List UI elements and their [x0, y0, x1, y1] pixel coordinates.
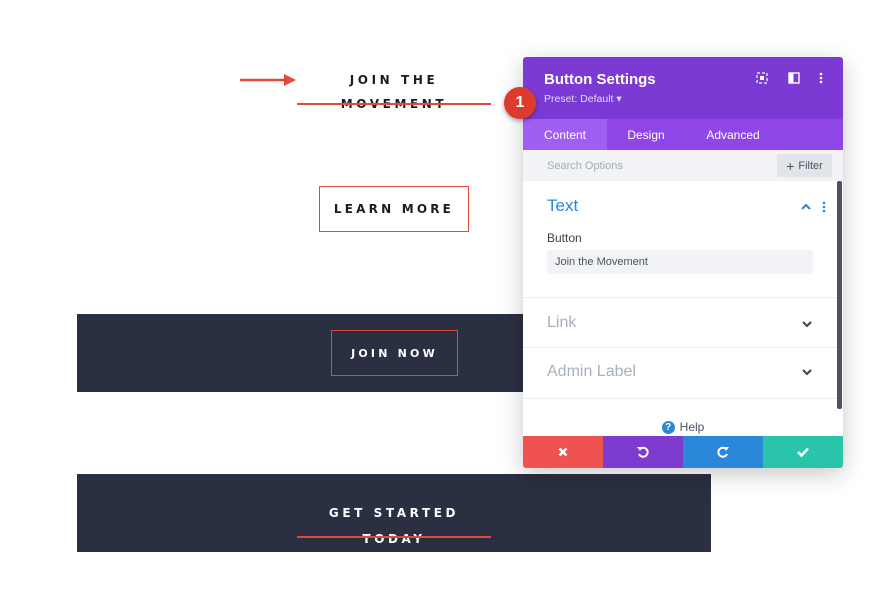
help-link[interactable]: ? Help [523, 419, 843, 435]
search-row: + Filter [523, 150, 843, 181]
button-settings-panel: Button Settings Preset: Default ▾ Conten… [523, 57, 843, 468]
undo-button[interactable] [603, 436, 683, 468]
learn-more-label: Learn More [333, 202, 455, 216]
tab-content[interactable]: Content [523, 119, 607, 150]
divider [523, 297, 837, 298]
discard-button[interactable] [523, 436, 603, 468]
chevron-down-icon[interactable] [800, 317, 814, 331]
get-started-today-label: Get Started Today [328, 506, 460, 546]
button-text-field[interactable] [547, 250, 813, 274]
redo-icon [717, 446, 729, 458]
panel-scrollbar[interactable] [837, 181, 842, 409]
preset-dropdown[interactable]: Preset: Default ▾ [544, 93, 622, 105]
dark-section-1 [77, 314, 537, 392]
get-started-today-button[interactable]: Get Started Today [297, 500, 491, 546]
close-icon [558, 447, 568, 457]
group-title-link[interactable]: Link [547, 314, 576, 332]
redo-button[interactable] [683, 436, 763, 468]
target-icon[interactable] [755, 71, 769, 85]
chevron-up-icon[interactable] [799, 200, 813, 214]
more-vertical-icon[interactable] [821, 200, 827, 214]
chevron-down-icon[interactable] [800, 365, 814, 379]
more-vertical-icon[interactable] [814, 71, 828, 85]
button-underline [297, 103, 491, 105]
filter-label: Filter [798, 159, 823, 172]
button-text-label: Button [547, 231, 582, 245]
learn-more-button[interactable]: Learn More [319, 186, 469, 232]
tab-advanced[interactable]: Advanced [685, 119, 781, 150]
group-title-admin-label[interactable]: Admin Label [547, 363, 636, 381]
plus-icon: + [786, 157, 795, 174]
panel-title: Button Settings [544, 71, 656, 88]
tab-design[interactable]: Design [607, 119, 685, 150]
panel-header: Button Settings Preset: Default ▾ [523, 57, 843, 119]
undo-icon [637, 446, 649, 458]
divider [523, 398, 837, 399]
divider [523, 347, 837, 348]
join-the-movement-label: Join the Movement [341, 73, 444, 111]
group-title-text[interactable]: Text [547, 196, 578, 216]
save-button[interactable] [763, 436, 843, 468]
filter-button[interactable]: + Filter [777, 154, 832, 177]
search-options-input[interactable] [547, 150, 747, 181]
settings-tabs: Content Design Advanced [523, 119, 843, 150]
button-underline [297, 536, 491, 538]
step-callout-badge: 1 [504, 87, 536, 119]
arrow-icon [240, 74, 296, 86]
split-view-icon[interactable] [787, 71, 801, 85]
help-label: Help [679, 420, 705, 434]
check-icon [797, 447, 809, 458]
panel-footer [523, 436, 843, 468]
join-now-button[interactable]: Join Now [331, 330, 458, 376]
join-now-label: Join Now [351, 346, 438, 360]
help-icon: ? [661, 420, 675, 434]
join-the-movement-button[interactable]: Join the Movement [297, 68, 491, 111]
